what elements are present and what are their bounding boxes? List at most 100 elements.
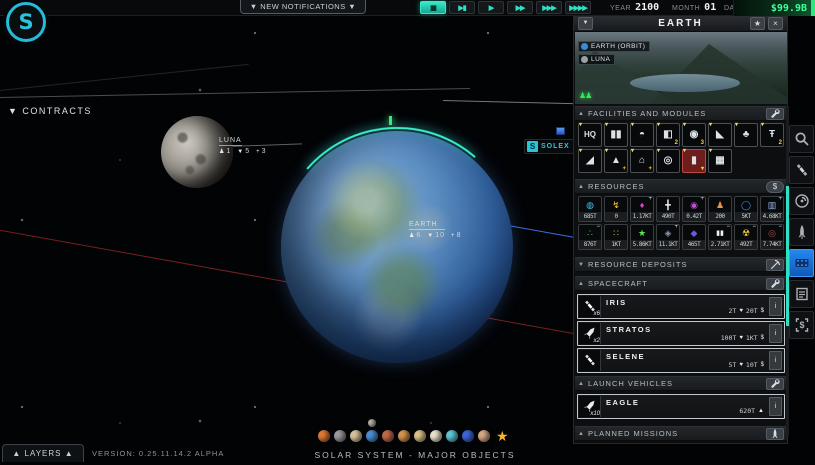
- facility-mine[interactable]: ▲+: [604, 149, 628, 173]
- launch-tool-button[interactable]: [789, 218, 814, 246]
- facility-farm[interactable]: ♣: [734, 123, 758, 147]
- resource-medical[interactable]: ╋490T: [656, 196, 680, 222]
- resource-exotics[interactable]: ◉+0.42T: [682, 196, 706, 222]
- design-spacecraft-button[interactable]: [766, 278, 784, 290]
- planet-button-6[interactable]: [398, 430, 410, 442]
- spacecraft-row-selene[interactable]: SELENE 5T♥10T$ i: [577, 348, 785, 373]
- search-tool-button[interactable]: [789, 125, 814, 153]
- earth-name: EARTH: [409, 221, 438, 228]
- version-label: VERSION: 0.25.11.14.2 ALPHA: [92, 449, 224, 458]
- facility-ramp[interactable]: ◢: [578, 149, 602, 173]
- location-chip-earth-orbit[interactable]: EARTH (ORBIT): [578, 41, 650, 52]
- resource-radioactives[interactable]: ☢−492T: [734, 224, 758, 250]
- facilities-grid: HQ ▮▮ ◓ ◧2 ◉3 ◣ ♣ Ŧ2 ◢ ▲+ ⌂+ ◎ ▮▾ ▦: [578, 123, 784, 175]
- facility-hq[interactable]: HQ: [578, 123, 602, 147]
- resource-data[interactable]: ◯5KT: [734, 196, 758, 222]
- earth-selection-tick: [389, 116, 392, 125]
- panel-dropdown-button[interactable]: ▼: [578, 17, 593, 30]
- facility-crane[interactable]: ◣: [708, 123, 732, 147]
- details-button[interactable]: i: [769, 351, 782, 370]
- faction-logo[interactable]: S: [6, 2, 46, 42]
- facility-reactor-alert[interactable]: ▮▾: [682, 149, 706, 173]
- notifications-button[interactable]: ▼ NEW NOTIFICATIONS ▼: [240, 0, 366, 14]
- timeline-tool-button[interactable]: [789, 249, 814, 277]
- moon-button[interactable]: [368, 419, 376, 427]
- details-button[interactable]: i: [769, 397, 782, 416]
- orbits-tool-button[interactable]: [789, 187, 814, 215]
- resource-alloys[interactable]: ◎−7.74KT: [760, 224, 784, 250]
- design-launch-vehicle-button[interactable]: [766, 378, 784, 390]
- planet-button-1[interactable]: [318, 430, 330, 442]
- contracts-toggle[interactable]: ▼ CONTRACTS: [8, 106, 92, 116]
- planet-button-8[interactable]: [430, 430, 442, 442]
- resource-specialists[interactable]: ▮▮−2.71KT: [708, 224, 732, 250]
- solex-station-icon[interactable]: [556, 127, 565, 135]
- solex-badge[interactable]: S SOLEX: [524, 139, 576, 154]
- facility-factory[interactable]: ▦: [708, 149, 732, 173]
- fast-button[interactable]: ▶▶: [507, 1, 533, 14]
- planet-button-earth[interactable]: [366, 430, 378, 442]
- faster-button[interactable]: ▶▶▶: [536, 1, 562, 14]
- rocket-icon: x2: [579, 323, 601, 344]
- planet-button-11[interactable]: [478, 430, 490, 442]
- mass-icon: ♥: [739, 362, 743, 368]
- mass-icon: ♥: [739, 308, 743, 314]
- resource-fuel[interactable]: ♦+1.17KT: [630, 196, 654, 222]
- section-launch-vehicles[interactable]: ▲ LAUNCH VEHICLES: [575, 376, 787, 391]
- resource-population[interactable]: ♟200: [708, 196, 732, 222]
- survey-button[interactable]: [766, 259, 784, 271]
- resource-water[interactable]: ◍685T: [578, 196, 602, 222]
- planet-button-5[interactable]: [382, 430, 394, 442]
- section-facilities[interactable]: ▲ FACILITIES AND MODULES: [575, 106, 787, 121]
- close-button[interactable]: ×: [768, 17, 783, 30]
- section-planned-missions[interactable]: ▲ PLANNED MISSIONS: [575, 426, 787, 441]
- section-resource-deposits[interactable]: ▼ RESOURCE DEPOSITS: [575, 257, 787, 272]
- pause-button[interactable]: ▮▮: [420, 1, 446, 14]
- facility-water[interactable]: ◉3: [682, 123, 706, 147]
- money-display[interactable]: $99.9B: [733, 0, 815, 16]
- resource-organics[interactable]: ∴−876T: [578, 224, 602, 250]
- planet-button-7[interactable]: [414, 430, 426, 442]
- build-button[interactable]: [766, 108, 784, 120]
- step-button[interactable]: ▶▮: [449, 1, 475, 14]
- rocket-icon: [794, 224, 810, 240]
- star-button[interactable]: ★: [496, 430, 509, 442]
- market-button[interactable]: $: [766, 181, 784, 193]
- facility-habitat[interactable]: ▮▮: [604, 123, 628, 147]
- facility-storage[interactable]: ◓: [630, 123, 654, 147]
- facility-turbine[interactable]: ◎: [656, 149, 680, 173]
- planet-button-10[interactable]: [462, 430, 474, 442]
- resource-power[interactable]: ↯0: [604, 196, 628, 222]
- satellite-icon: [579, 350, 601, 371]
- earth-label[interactable]: EARTH ▴ ♟6 ▼10 +8: [409, 221, 461, 239]
- details-button[interactable]: i: [769, 324, 782, 343]
- resource-chemicals[interactable]: ∷1KT: [604, 224, 628, 250]
- planet-button-2[interactable]: [334, 430, 346, 442]
- planet-button-3[interactable]: [350, 430, 362, 442]
- resource-volatiles[interactable]: ★5.86KT: [630, 224, 654, 250]
- facility-solar[interactable]: ◧2: [656, 123, 680, 147]
- play-button[interactable]: ▶: [478, 1, 504, 14]
- facility-shelter[interactable]: ⌂+: [630, 149, 654, 173]
- planet-button-9[interactable]: [446, 430, 458, 442]
- luna-label[interactable]: LUNA ♟1 ▼5 +3: [219, 137, 267, 155]
- section-resources[interactable]: ▲ RESOURCES $: [575, 179, 787, 194]
- favorite-button[interactable]: ★: [750, 17, 765, 30]
- finance-tool-button[interactable]: $: [789, 311, 814, 339]
- reports-tool-button[interactable]: [789, 280, 814, 308]
- year-display: YEAR2100: [610, 2, 659, 13]
- resource-crystals[interactable]: ◆465T: [682, 224, 706, 250]
- layers-button[interactable]: ▲ LAYERS ▲: [2, 444, 84, 462]
- facility-pylon[interactable]: Ŧ2: [760, 123, 784, 147]
- resource-metals[interactable]: ◈+11.1KT: [656, 224, 680, 250]
- spacecraft-row-iris[interactable]: x6 IRIS 2T♥20T$ i: [577, 294, 785, 319]
- spacecraft-row-stratos[interactable]: x2 STRATOS 100T♥1KT$ i: [577, 321, 785, 346]
- launch-vehicle-row-eagle[interactable]: x10 EAGLE 620T▲ i: [577, 394, 785, 419]
- resource-panels[interactable]: ▥+4.68KT: [760, 196, 784, 222]
- details-button[interactable]: i: [769, 297, 782, 316]
- spacecraft-tool-button[interactable]: [789, 156, 814, 184]
- location-chip-luna[interactable]: LUNA: [578, 54, 615, 65]
- section-spacecraft[interactable]: ▲ SPACECRAFT: [575, 276, 787, 291]
- new-mission-button[interactable]: [766, 428, 784, 440]
- fastest-button[interactable]: ▶▶▶▶: [565, 1, 591, 14]
